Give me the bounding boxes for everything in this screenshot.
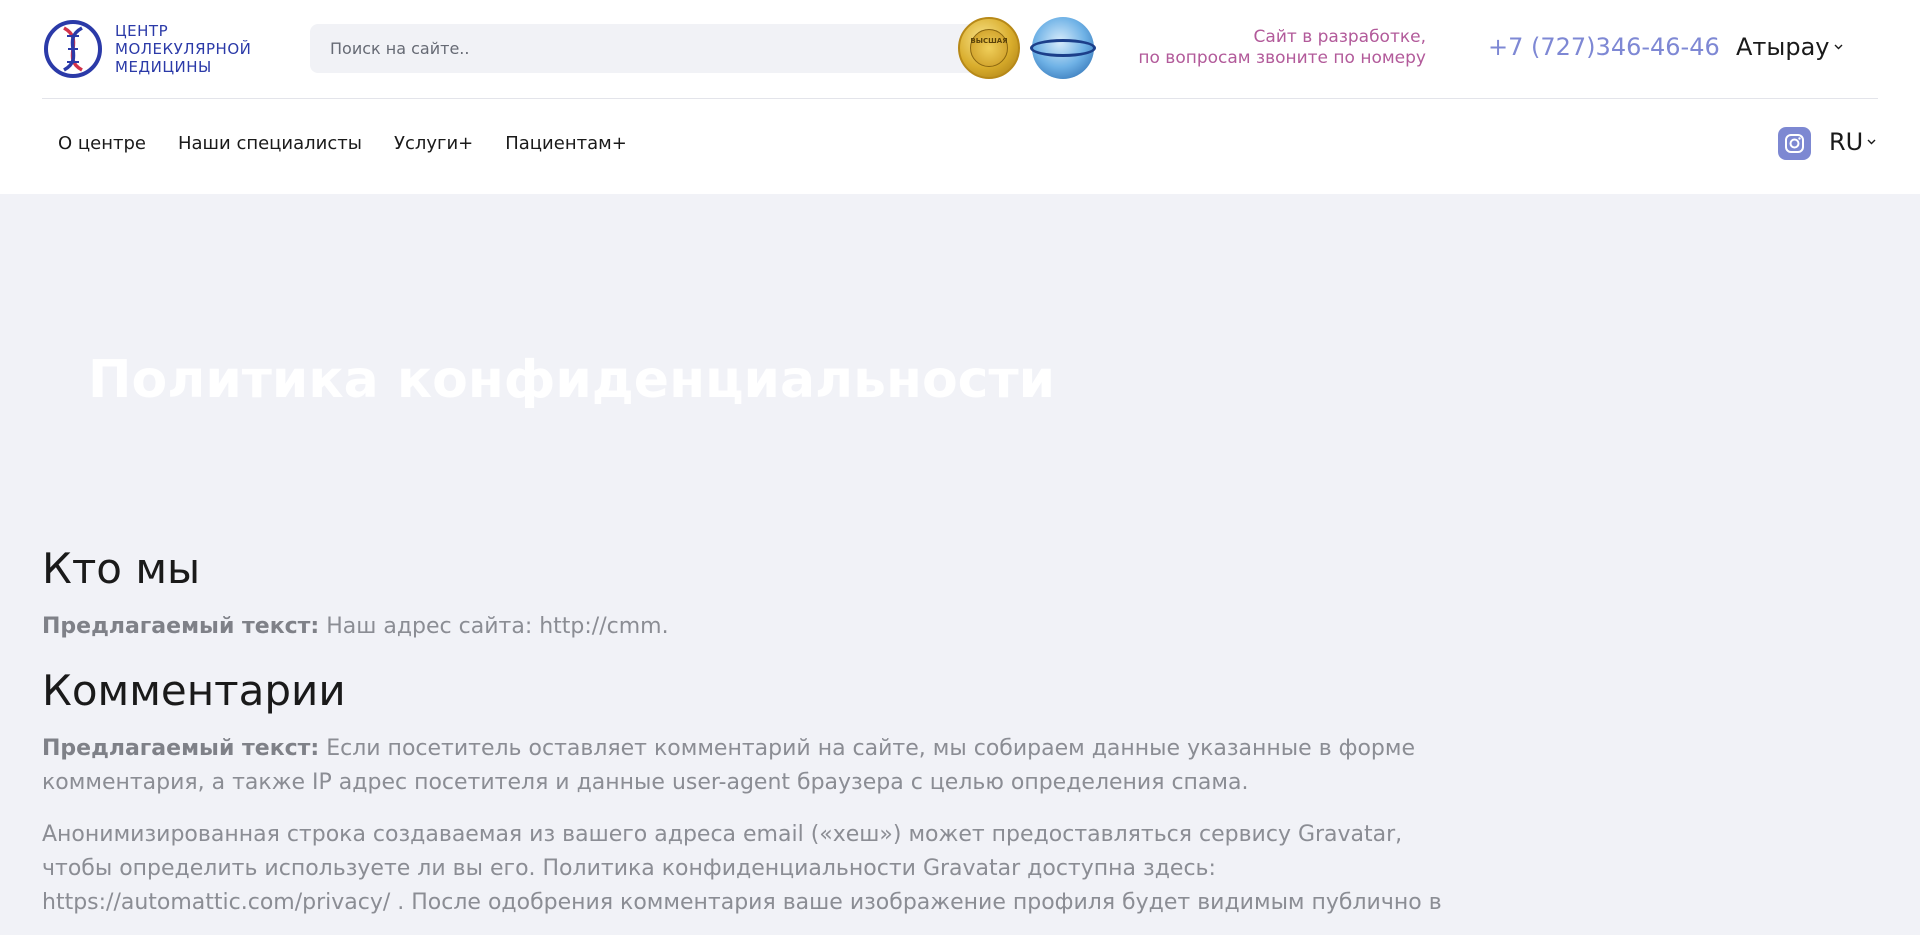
- paragraph-text: Наш адрес сайта: http://cmm.: [319, 614, 669, 639]
- logo-line-2: МОЛЕКУЛЯРНОЙ: [115, 40, 252, 58]
- policy-content: Кто мы Предлагаемый текст: Наш адрес сай…: [42, 540, 1462, 935]
- section-title-comments: Комментарии: [42, 666, 346, 715]
- main-nav: О центре Наши специалисты Услуги+ Пациен…: [58, 130, 659, 158]
- language-selector[interactable]: RU: [1829, 128, 1876, 156]
- nav-item-about[interactable]: О центре: [58, 130, 146, 158]
- language-label: RU: [1829, 128, 1864, 156]
- emblem-ring: [1030, 39, 1096, 57]
- dev-note-line-2: по вопросам звоните по номеру: [1138, 48, 1426, 68]
- suggested-text-label: Предлагаемый текст:: [42, 614, 320, 639]
- logo-line-1: ЦЕНТР: [115, 22, 169, 40]
- gold-quality-badge-icon: ВЫСШАЯ: [958, 17, 1020, 79]
- page-title: Политика конфиденциальности: [88, 350, 1056, 410]
- dev-note-line-1: Сайт в разработке,: [1253, 27, 1426, 47]
- badge-text: ВЫСШАЯ: [970, 37, 1008, 45]
- nav-item-services[interactable]: Услуги+: [394, 130, 473, 158]
- site-logo[interactable]: ЦЕНТР МОЛЕКУЛЯРНОЙ МЕДИЦИНЫ: [42, 18, 252, 80]
- search-input[interactable]: [310, 24, 930, 73]
- development-notice: Сайт в разработке, по вопросам звоните п…: [1100, 27, 1426, 69]
- section-paragraph: Предлагаемый текст: Если посетитель оста…: [42, 732, 1462, 800]
- nav-item-specialists[interactable]: Наши специалисты: [178, 130, 362, 158]
- chevron-down-icon: [1867, 139, 1876, 145]
- nav-item-patients[interactable]: Пациентам+: [505, 130, 627, 158]
- section-title-who-we-are: Кто мы: [42, 544, 201, 593]
- city-selector[interactable]: Атырау: [1736, 33, 1843, 61]
- logo-line-3: МЕДИЦИНЫ: [115, 58, 212, 76]
- instagram-button[interactable]: [1778, 127, 1811, 160]
- phone-link[interactable]: +7 (727)346-46-46: [1488, 33, 1720, 61]
- chevron-down-icon: [1834, 44, 1842, 50]
- search-box: [310, 24, 991, 73]
- city-label: Атырау: [1736, 33, 1830, 61]
- logo-text: ЦЕНТР МОЛЕКУЛЯРНОЙ МЕДИЦИНЫ: [115, 22, 255, 76]
- globe-emblem-icon: [1030, 17, 1096, 79]
- suggested-text-label: Предлагаемый текст:: [42, 736, 320, 761]
- dna-logo-icon: [44, 20, 102, 78]
- instagram-icon: [1785, 134, 1804, 153]
- section-paragraph: Предлагаемый текст: Наш адрес сайта: htt…: [42, 610, 1462, 644]
- site-header: ЦЕНТР МОЛЕКУЛЯРНОЙ МЕДИЦИНЫ ВЫСШАЯ Сайт …: [0, 0, 1920, 194]
- badge-inner: [970, 29, 1008, 67]
- section-paragraph: Анонимизированная строка создаваемая из …: [42, 822, 1442, 915]
